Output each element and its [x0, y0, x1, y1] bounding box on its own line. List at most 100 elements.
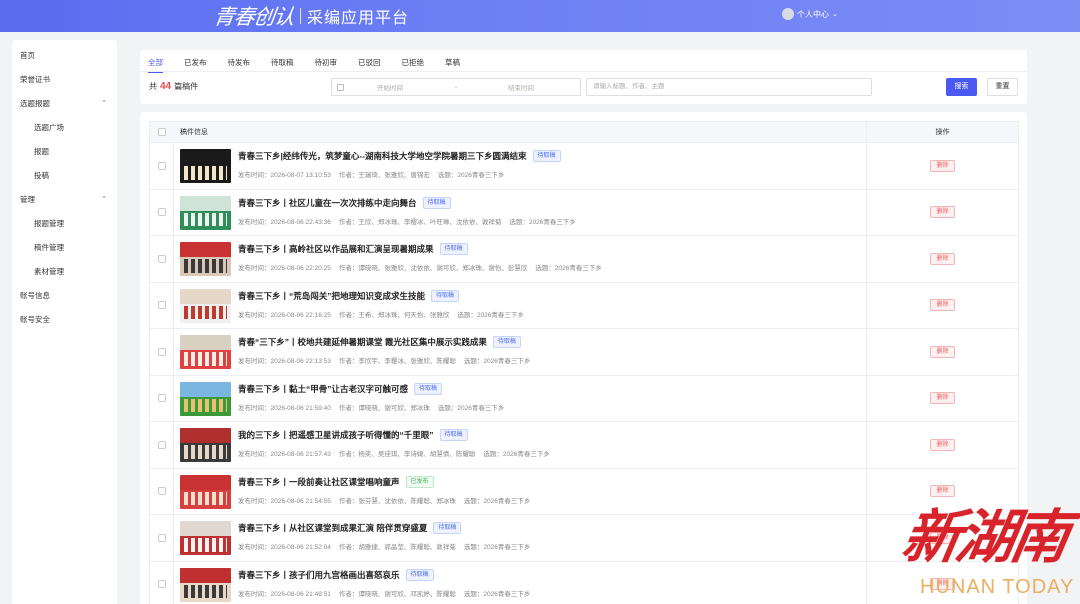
- tab-item[interactable]: 待取稿: [271, 54, 294, 72]
- tab-item[interactable]: 全部: [148, 54, 163, 73]
- select-all-checkbox[interactable]: [158, 128, 166, 136]
- end-date-input[interactable]: 结束时间: [508, 82, 534, 92]
- sidebar-item[interactable]: 报题管理: [12, 212, 117, 236]
- article-title[interactable]: 青春三下乡|经纬传光，筑梦童心--湖南科技大学地空学院暑期三下乡圆满结束: [238, 150, 527, 162]
- sidebar-item-label: 投稿: [34, 171, 49, 180]
- tab-item[interactable]: 已发布: [184, 54, 207, 72]
- sidebar-item[interactable]: 选题报题 ⌃: [12, 92, 117, 116]
- article-title[interactable]: 青春三下乡丨黏土“甲骨”让古老汉字可触可感: [238, 383, 408, 395]
- article-title[interactable]: 青春“三下乡”丨校地共建延伸暑期课堂 霞光社区集中展示实践成果: [238, 336, 487, 348]
- sidebar-item[interactable]: 管理 ⌃: [12, 188, 117, 212]
- sidebar-item[interactable]: 素材管理: [12, 260, 117, 284]
- row-checkbox[interactable]: [157, 580, 166, 589]
- article-title[interactable]: 青春三下乡丨从社区课堂到成果汇演 陪伴贯穿盛夏: [238, 522, 427, 534]
- article-meta: 发布时间：2026-08-06 21:52:04 作者：胡雅捷、郭晶莹、陈耀聪、敦…: [238, 541, 538, 551]
- row-checkbox[interactable]: [157, 487, 166, 496]
- row-checkbox[interactable]: [157, 533, 166, 542]
- article-title[interactable]: 青春三下乡丨社区儿童在一次次排练中走向舞台: [238, 197, 417, 209]
- article-title[interactable]: 我的三下乡丨把遥感卫星讲成孩子听得懂的“千里眼”: [238, 429, 434, 441]
- tab-item[interactable]: 已拒绝: [402, 54, 425, 72]
- action-cell: 删除: [866, 236, 1018, 282]
- sidebar-item-label: 选题报题: [20, 99, 50, 108]
- sidebar-item[interactable]: 投稿: [12, 164, 117, 188]
- article-title[interactable]: 青春三下乡丨孩子们用九宫格画出喜怒哀乐: [238, 569, 400, 581]
- article-title[interactable]: 青春三下乡丨一段前奏让社区课堂唱响童声: [238, 476, 400, 488]
- chevron-up-icon: ⌃: [101, 196, 107, 203]
- article-topic: 选题：2026青春三下乡: [437, 404, 505, 412]
- action-cell: 删除: [866, 329, 1018, 375]
- article-table-panel: 稿件信息 操作 青春三下乡|经纬传光，筑梦童心--湖南科技大学地空学院暑期三下乡…: [140, 112, 1027, 604]
- sidebar-item[interactable]: 报题: [12, 140, 117, 164]
- search-button[interactable]: 搜索: [946, 78, 977, 96]
- keyword-search-input[interactable]: 请输入标题、作者、主题: [586, 78, 872, 96]
- reset-button[interactable]: 重置: [987, 78, 1018, 96]
- sidebar-item[interactable]: 荣誉证书: [12, 68, 117, 92]
- article-thumbnail[interactable]: [180, 381, 231, 416]
- action-cell: 删除: [866, 515, 1018, 561]
- delete-button[interactable]: 删除: [930, 578, 955, 591]
- table-row: 青春三下乡丨黏土“甲骨”让古老汉字可触可感 待取稿 发布时间：2026-08-06 …: [150, 375, 1018, 422]
- article-thumbnail[interactable]: [180, 242, 231, 276]
- tabs-divider: [140, 71, 1027, 72]
- delete-button[interactable]: 删除: [930, 252, 955, 265]
- row-checkbox-cell: [150, 468, 174, 514]
- delete-button[interactable]: 删除: [930, 438, 955, 451]
- status-badge: 待取稿: [439, 429, 468, 441]
- article-topic: 选题：2026青春三下乡: [437, 172, 505, 179]
- table-row: 青春三下乡|经纬传光，筑梦童心--湖南科技大学地空学院暑期三下乡圆满结束 待取稿发…: [150, 143, 1018, 190]
- tab-item[interactable]: 草稿: [445, 54, 460, 72]
- row-checkbox[interactable]: [157, 254, 166, 263]
- delete-button[interactable]: 删除: [930, 392, 955, 405]
- platform-logo[interactable]: 青春创认 采编应用平台: [212, 2, 409, 30]
- thumbnail-figures: [184, 212, 227, 227]
- tab-item[interactable]: 待初审: [315, 54, 338, 72]
- sidebar-item[interactable]: 账号信息: [12, 284, 117, 308]
- row-checkbox[interactable]: [157, 208, 166, 217]
- count-suffix: 篇稿件: [174, 82, 199, 91]
- sidebar-item[interactable]: 稿件管理: [12, 236, 117, 260]
- article-title-line: 青春三下乡丨孩子们用九宫格画出喜怒哀乐 待取稿: [238, 568, 434, 581]
- action-cell: 删除: [866, 468, 1018, 514]
- row-checkbox[interactable]: [157, 394, 166, 403]
- action-cell: 删除: [866, 375, 1018, 421]
- user-center-menu[interactable]: 个人中心 ⌄: [782, 8, 838, 20]
- article-thumbnail[interactable]: [180, 567, 231, 602]
- article-title[interactable]: 青春三下乡丨“荒岛闯关”把地理知识变成求生技能: [238, 290, 425, 302]
- article-thumbnail[interactable]: [180, 521, 231, 555]
- status-badge: 待取稿: [431, 289, 460, 302]
- article-info-cell: 青春三下乡丨孩子们用九宫格画出喜怒哀乐 待取稿 发布时间：2026-08-06 21…: [174, 562, 866, 604]
- article-thumbnail[interactable]: [180, 474, 231, 509]
- article-title[interactable]: 青春三下乡丨高岭社区以作品展和汇演呈现暑期成果: [238, 243, 434, 255]
- delete-button[interactable]: 删除: [930, 299, 955, 312]
- action-cell: 删除: [866, 422, 1018, 468]
- sidebar-item[interactable]: 首页: [12, 44, 117, 68]
- delete-button[interactable]: 删除: [930, 159, 955, 172]
- row-checkbox[interactable]: [157, 347, 166, 356]
- row-checkbox[interactable]: [157, 440, 166, 449]
- delete-button[interactable]: 删除: [930, 485, 955, 498]
- start-date-input[interactable]: 开始时间: [377, 82, 403, 92]
- article-thumbnail[interactable]: [180, 195, 231, 230]
- action-cell: 删除: [866, 561, 1018, 604]
- date-range-picker[interactable]: 开始时间 - 结束时间: [331, 78, 581, 96]
- tab-item[interactable]: 待发布: [228, 54, 251, 72]
- delete-button[interactable]: 删除: [930, 345, 955, 358]
- row-checkbox[interactable]: [157, 301, 166, 310]
- delete-button[interactable]: 删除: [930, 206, 955, 219]
- sidebar-item-label: 报题管理: [34, 219, 64, 228]
- article-info-cell: 青春三下乡丨从社区课堂到成果汇演 陪伴贯穿盛夏 待取稿发布时间：2026-08-0…: [174, 515, 866, 561]
- publish-time: 发布时间：2026-08-06 22:13:53: [238, 358, 331, 365]
- sidebar-item[interactable]: 选题广场: [12, 116, 117, 140]
- article-thumbnail[interactable]: [180, 149, 231, 183]
- article-thumbnail[interactable]: [180, 335, 231, 369]
- row-checkbox-cell: [150, 375, 174, 421]
- delete-button[interactable]: 删除: [930, 531, 955, 544]
- status-badge: 待取稿: [405, 568, 434, 581]
- tab-item[interactable]: 已驳回: [358, 54, 381, 72]
- status-badge: 待取稿: [433, 522, 462, 534]
- article-thumbnail[interactable]: [180, 288, 231, 323]
- row-checkbox[interactable]: [157, 161, 166, 170]
- sidebar-item[interactable]: 账号安全: [12, 308, 117, 332]
- article-thumbnail[interactable]: [180, 428, 231, 462]
- chevron-up-icon: ⌃: [101, 100, 107, 107]
